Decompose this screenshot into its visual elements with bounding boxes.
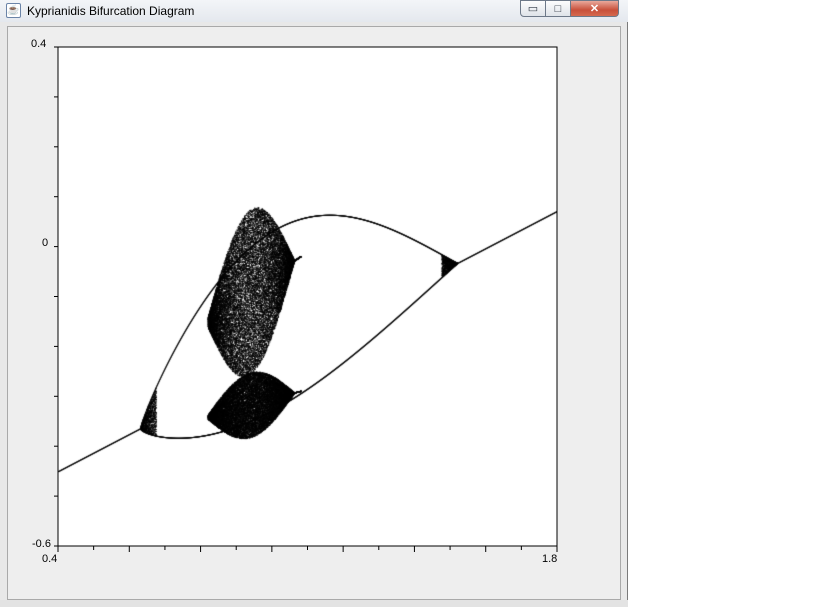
bifurcation-chart: 0.4 0 -0.6 0.4 1.8 [31, 38, 558, 565]
x-tick-label-left: 0.4 [42, 553, 57, 565]
bifurcation-points [58, 47, 557, 546]
y-tick-label-top: 0.4 [31, 38, 46, 50]
bifurcation-scatter [58, 47, 557, 546]
x-tick-label-right: 1.8 [542, 553, 557, 565]
x-axis-ticks [57, 546, 558, 552]
y-tick-label-zero: 0 [42, 237, 48, 249]
y-axis-ticks [54, 46, 58, 547]
y-tick-label-bottom: -0.6 [32, 538, 51, 550]
